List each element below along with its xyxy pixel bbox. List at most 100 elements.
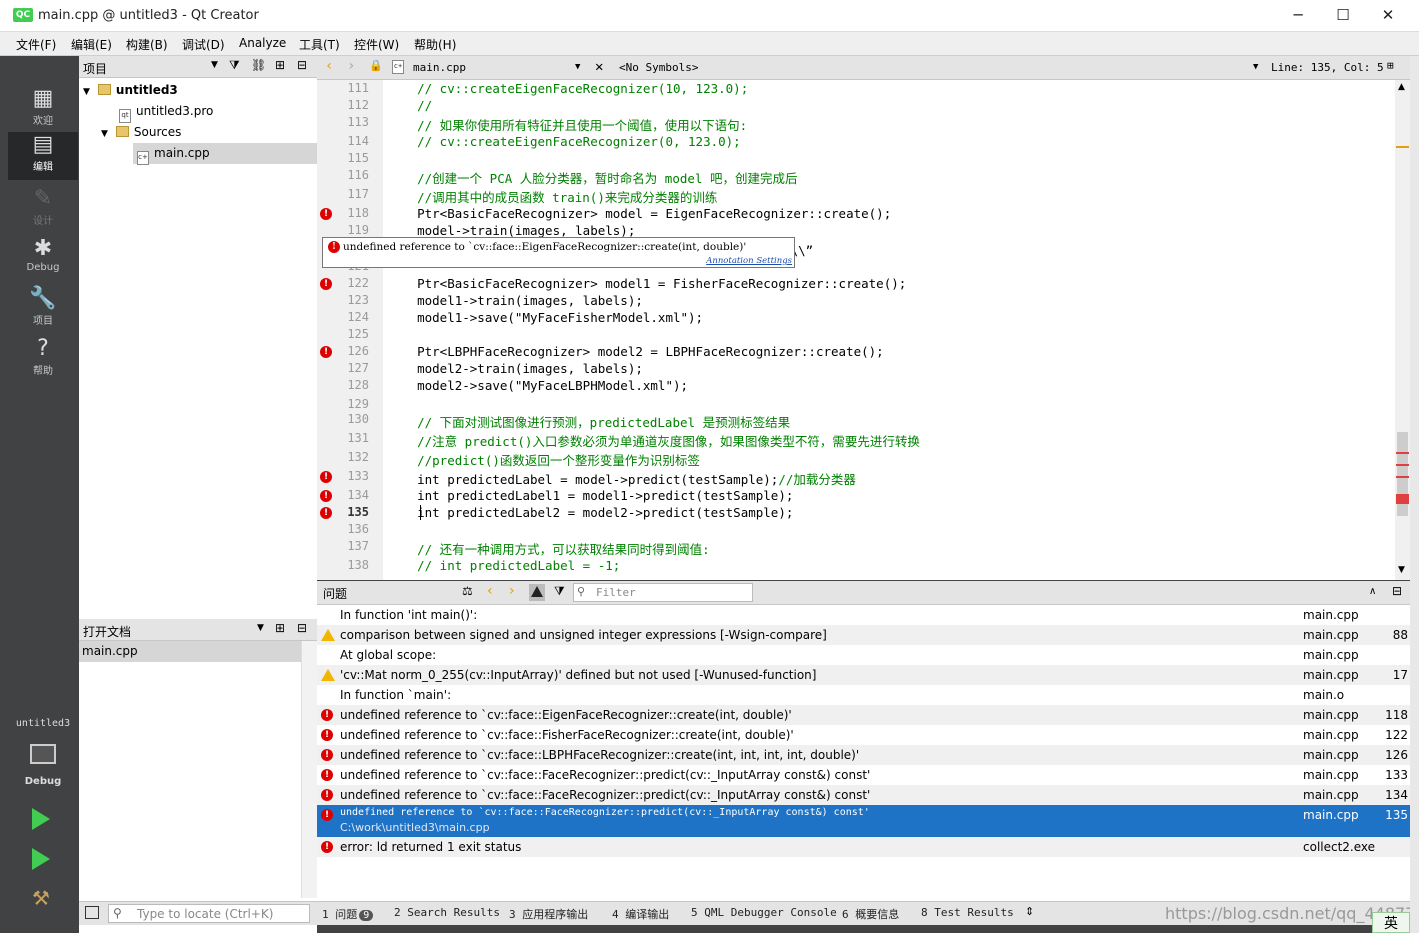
tab-qml-console[interactable]: 5 QML Debugger Console (691, 906, 837, 919)
issue-row[interactable]: ! error: ld returned 1 exit status collect… (317, 837, 1410, 857)
mode-projects[interactable]: 🔧 项目 (8, 286, 78, 334)
chevron-down-icon[interactable]: ▼ (83, 87, 90, 97)
project-icon (97, 84, 111, 95)
issue-row[interactable]: ! undefined reference to `cv::face::FaceR… (317, 785, 1410, 805)
tree-item-sources[interactable]: ▼ Sources (101, 122, 181, 143)
chevron-down-icon[interactable]: ▼ (1253, 62, 1258, 72)
issue-row[interactable]: ! undefined reference to `cv::face::FaceR… (317, 805, 1410, 837)
menu-build[interactable]: 构建(B) (126, 36, 168, 53)
bug-icon: ✱ (33, 236, 53, 261)
open-doc-item[interactable]: main.cpp (79, 641, 301, 662)
filter-icon[interactable]: ⧩ (554, 584, 565, 599)
issue-row[interactable]: 'cv::Mat norm_0_255(cv::InputArray)' def… (317, 665, 1410, 685)
chevron-down-icon[interactable]: ▼ (1398, 565, 1405, 575)
chevron-up-icon[interactable]: ▲ (1398, 82, 1405, 92)
debug-run-icon[interactable] (32, 848, 50, 870)
error-marker-icon[interactable]: ! (320, 507, 332, 519)
annotation-settings-link[interactable]: Annotation Settings (706, 256, 792, 266)
tab-test-results[interactable]: 8 Test Results (921, 906, 1014, 919)
tooltip-text: undefined reference to `cv::face::EigenF… (343, 241, 747, 253)
line-number: 116 (347, 168, 369, 182)
tab-compile-output[interactable]: 4 编译输出 (612, 906, 669, 922)
link-icon[interactable]: ⛓ (251, 58, 266, 72)
error-marker-icon[interactable]: ! (320, 208, 332, 220)
maximize-button[interactable]: ☐ (1320, 0, 1366, 32)
mode-debug[interactable]: ✱ Debug (8, 236, 78, 284)
tree-item-pro-file[interactable]: qt untitled3.pro (119, 101, 213, 123)
split-icon[interactable]: ⊞ (275, 621, 285, 635)
filter-input[interactable]: ⚲ Filter (573, 583, 753, 602)
tab-general-messages[interactable]: 6 概要信息 (842, 906, 899, 922)
more-tabs-icon[interactable]: ⇕ (1025, 905, 1034, 918)
menu-help[interactable]: 帮助(H) (414, 36, 456, 53)
file-tab[interactable]: main.cpp (413, 61, 466, 74)
menu-analyze[interactable]: Analyze (239, 36, 286, 50)
error-marker-icon[interactable]: ! (320, 471, 332, 483)
chevron-up-icon[interactable]: ∧ (1369, 586, 1376, 597)
forward-icon[interactable]: › (347, 58, 355, 74)
run-icon[interactable] (32, 808, 50, 830)
split-icon[interactable]: ⊞ (1387, 59, 1394, 72)
next-issue-icon[interactable]: › (509, 583, 515, 599)
issue-text: undefined reference to `cv::face::FaceRe… (340, 788, 871, 802)
cursor-position[interactable]: Line: 135, Col: 5 (1271, 61, 1384, 74)
mode-welcome[interactable]: ▦ 欢迎 (8, 86, 78, 134)
tab-app-output[interactable]: 3 应用程序输出 (509, 906, 588, 922)
issue-line: 133 (1385, 768, 1408, 782)
issue-row[interactable]: ! undefined reference to `cv::face::FaceR… (317, 765, 1410, 785)
build-hammer-icon[interactable]: ⚒ (32, 886, 50, 910)
mode-edit[interactable]: ▤ 编辑 (8, 132, 78, 180)
error-marker-icon[interactable]: ! (320, 490, 332, 502)
annotation-tooltip: ! undefined reference to `cv::face::Eige… (322, 237, 795, 268)
scrollbar[interactable] (301, 641, 317, 898)
symbols-dropdown[interactable]: <No Symbols> (619, 61, 698, 74)
locator-input[interactable]: ⚲ Type to locate (Ctrl+K) (108, 904, 310, 923)
menu-debug[interactable]: 调试(D) (182, 36, 225, 53)
issues-header: 问题 ⚖ ‹ › ⧩ ⚲ Filter ∧ ⊟ (317, 581, 1410, 605)
error-icon: ! (328, 241, 340, 253)
tab-search-results[interactable]: 2 Search Results (394, 906, 500, 919)
issue-row[interactable]: In function 'int main()': main.cpp (317, 605, 1410, 625)
chevron-down-icon[interactable]: ▼ (575, 62, 580, 72)
line-number: 132 (347, 450, 369, 464)
menu-widgets[interactable]: 控件(W) (354, 36, 399, 53)
chevron-down-icon[interactable]: ▼ (257, 623, 264, 633)
issue-row[interactable]: ! undefined reference to `cv::face::LBPHF… (317, 745, 1410, 765)
menu-edit[interactable]: 编辑(E) (71, 36, 112, 53)
toggle-sidebar-icon[interactable] (85, 906, 99, 919)
filter-icon[interactable]: ⧩ (229, 58, 240, 73)
issue-row[interactable]: In function `main': main.o (317, 685, 1410, 705)
chevron-down-icon[interactable]: ▼ (211, 60, 218, 70)
close-pane-icon[interactable]: ⊟ (1392, 584, 1402, 598)
menu-tools[interactable]: 工具(T) (299, 36, 340, 53)
issue-row[interactable]: ! undefined reference to `cv::face::Eigen… (317, 705, 1410, 725)
issues-pane: 问题 ⚖ ‹ › ⧩ ⚲ Filter ∧ ⊟ In function 'int… (317, 581, 1410, 901)
close-pane-icon[interactable]: ⊟ (297, 58, 307, 72)
minimize-button[interactable]: ─ (1275, 0, 1321, 32)
monitor-icon[interactable] (30, 744, 56, 764)
tree-item-project[interactable]: ▼ untitled3 (83, 80, 178, 101)
menu-file[interactable]: 文件(F) (16, 36, 56, 53)
back-icon[interactable]: ‹ (325, 58, 333, 74)
issue-file: main.cpp (1303, 628, 1359, 642)
close-pane-icon[interactable]: ⊟ (297, 621, 307, 635)
tree-item-main-cpp[interactable]: c+ main.cpp (133, 143, 317, 165)
run-settings-icon[interactable]: ⚖ (462, 584, 473, 598)
issue-row[interactable]: ! undefined reference to `cv::face::Fishe… (317, 725, 1410, 745)
split-icon[interactable]: ⊞ (275, 58, 285, 72)
chevron-down-icon[interactable]: ▼ (101, 129, 108, 139)
mode-design[interactable]: ✎ 设计 (8, 186, 78, 234)
ime-indicator[interactable]: 英 (1372, 912, 1410, 933)
prev-issue-icon[interactable]: ‹ (487, 583, 493, 599)
close-file-icon[interactable]: ✕ (595, 59, 603, 75)
code-editor[interactable]: 111112113114115116117118!119120121122!12… (317, 80, 1410, 580)
error-marker-icon[interactable]: ! (320, 346, 332, 358)
close-button[interactable]: ✕ (1365, 0, 1411, 32)
error-marker-icon[interactable]: ! (320, 278, 332, 290)
issue-row[interactable]: At global scope: main.cpp (317, 645, 1410, 665)
tab-issues[interactable]: 1 问题 9 (322, 906, 374, 922)
mode-help[interactable]: ? 帮助 (8, 336, 78, 384)
editor-scrollbar[interactable]: ▲ ▼ (1395, 80, 1410, 580)
issue-file: main.cpp (1303, 808, 1359, 822)
issue-row[interactable]: comparison between signed and unsigned i… (317, 625, 1410, 645)
